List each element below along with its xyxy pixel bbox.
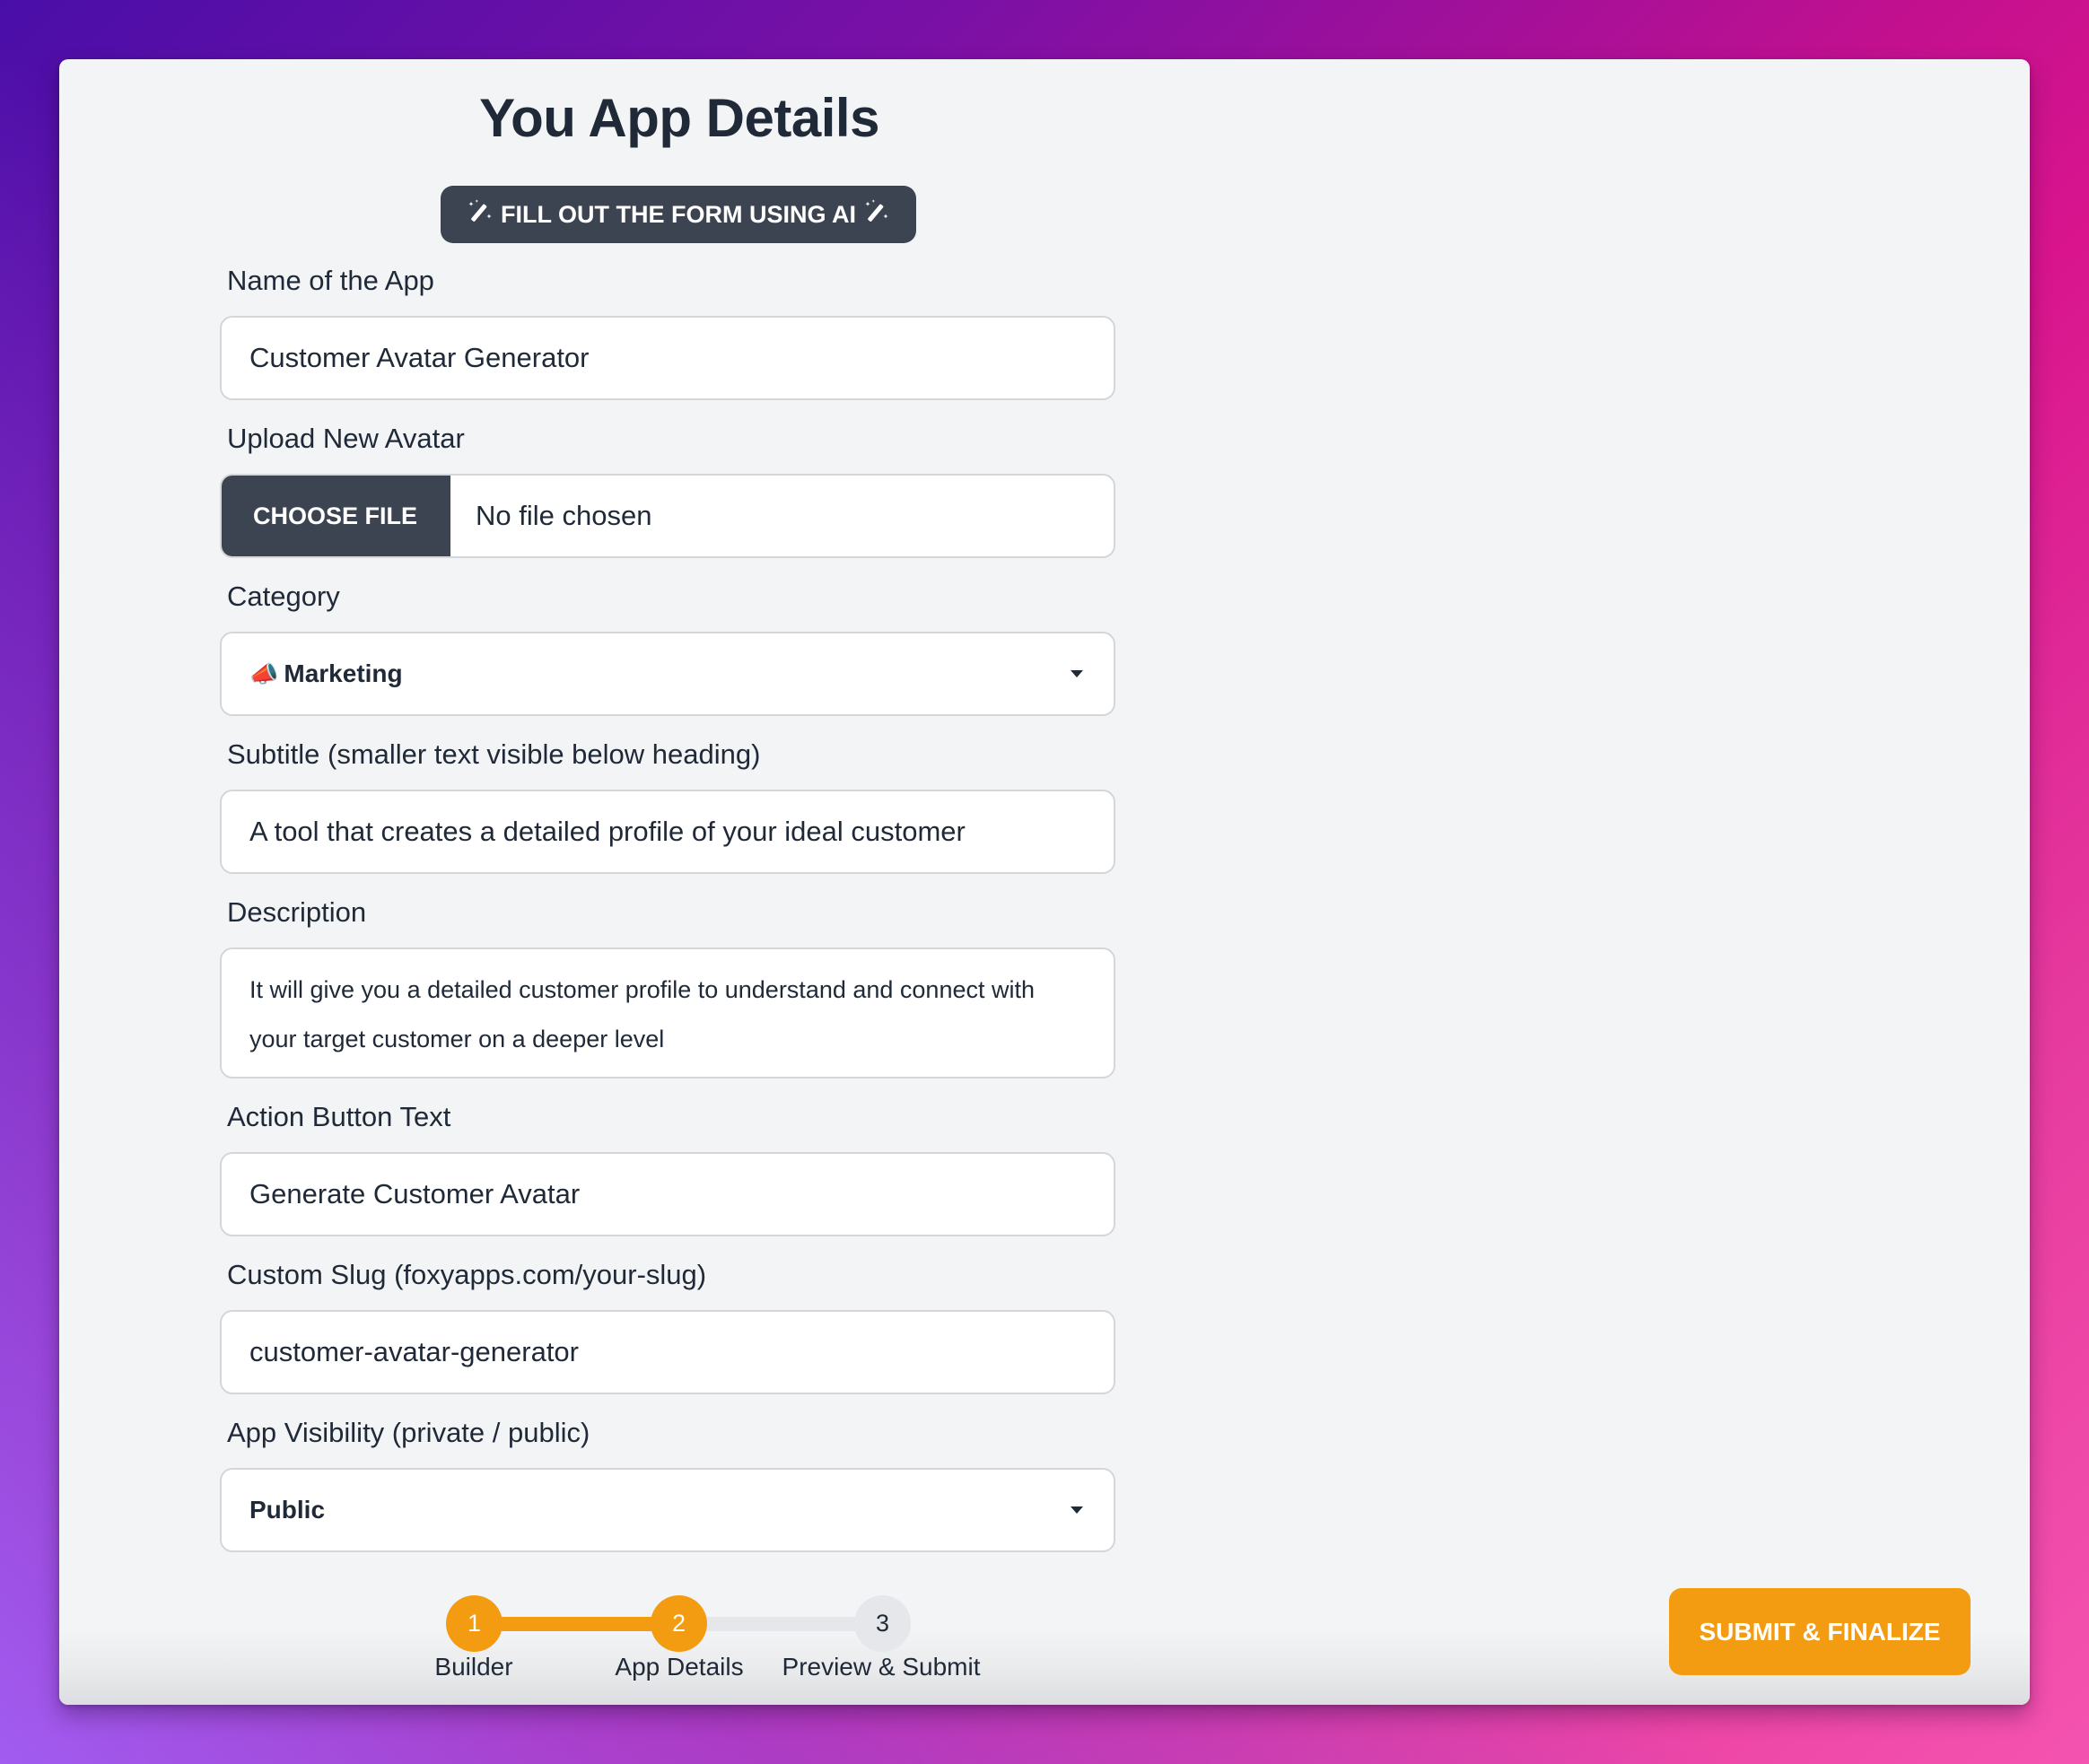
step-number: 1 — [467, 1610, 482, 1637]
magic-wand-icon — [863, 198, 890, 231]
visibility-label: App Visibility (private / public) — [227, 1417, 590, 1448]
subtitle-input[interactable]: A tool that creates a detailed profile o… — [220, 790, 1115, 874]
category-label: Category — [227, 581, 340, 612]
action-button-text-label: Action Button Text — [227, 1101, 451, 1132]
action-button-text-input[interactable]: Generate Customer Avatar — [220, 1152, 1115, 1236]
megaphone-icon: 📣 — [249, 659, 279, 687]
step-label[interactable]: Preview & Submit — [774, 1651, 989, 1683]
step-1-builder[interactable]: 1 — [446, 1595, 503, 1652]
custom-slug-label: Custom Slug (foxyapps.com/your-slug) — [227, 1259, 707, 1290]
visibility-selected-value: Public — [249, 1496, 326, 1524]
app-details-card: You App Details FILL OUT THE FORM USING … — [59, 59, 2030, 1705]
category-selected-value: Marketing — [284, 659, 403, 687]
step-number: 3 — [875, 1610, 890, 1637]
magic-wand-icon — [467, 198, 494, 231]
progress-stepper: 1 2 3 Builder App Details Preview & Subm… — [59, 59, 2030, 1705]
description-label: Description — [227, 896, 367, 928]
avatar-file-input[interactable]: CHOOSE FILE No file chosen — [220, 474, 1115, 558]
app-name-value: Customer Avatar Generator — [249, 342, 590, 373]
resize-handle-icon[interactable] — [1096, 1059, 1110, 1073]
upload-avatar-label: Upload New Avatar — [227, 423, 465, 454]
fill-form-with-ai-button[interactable]: FILL OUT THE FORM USING AI — [441, 186, 916, 243]
description-value: It will give you a detailed customer pro… — [249, 976, 1035, 1052]
chevron-down-icon — [1071, 670, 1083, 677]
step-number: 2 — [671, 1610, 686, 1637]
action-button-text-value: Generate Customer Avatar — [249, 1178, 581, 1209]
choose-file-button[interactable]: CHOOSE FILE — [222, 476, 450, 556]
app-name-label: Name of the App — [227, 265, 434, 296]
app-name-input[interactable]: Customer Avatar Generator — [220, 316, 1115, 400]
file-status-text: No file chosen — [476, 500, 652, 531]
submit-finalize-button[interactable]: SUBMIT & FINALIZE — [1669, 1588, 1971, 1675]
custom-slug-value: customer-avatar-generator — [249, 1336, 579, 1367]
subtitle-label: Subtitle (smaller text visible below hea… — [227, 738, 761, 770]
custom-slug-input[interactable]: customer-avatar-generator — [220, 1310, 1115, 1394]
step-label[interactable]: Builder — [366, 1651, 581, 1683]
visibility-select[interactable]: Public — [220, 1468, 1115, 1552]
description-textarea[interactable]: It will give you a detailed customer pro… — [220, 947, 1115, 1078]
subtitle-value: A tool that creates a detailed profile o… — [249, 816, 966, 847]
step-3-preview-submit[interactable]: 3 — [854, 1595, 911, 1652]
step-label[interactable]: App Details — [572, 1651, 787, 1683]
fill-form-with-ai-label: FILL OUT THE FORM USING AI — [501, 200, 856, 228]
chevron-down-icon — [1071, 1506, 1083, 1514]
category-select[interactable]: 📣 Marketing — [220, 632, 1115, 716]
step-2-app-details[interactable]: 2 — [651, 1595, 707, 1652]
page-title: You App Details — [479, 88, 879, 148]
